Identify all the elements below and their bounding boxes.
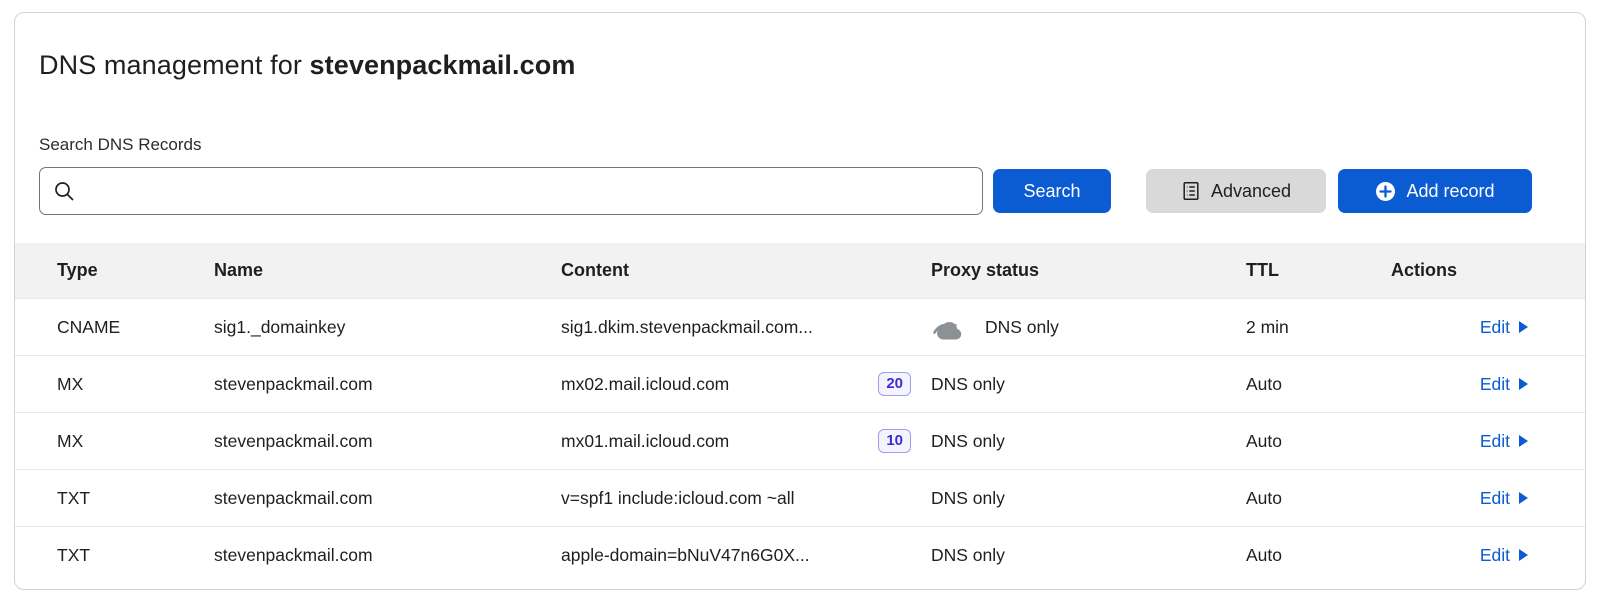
search-row: Search Advanced Add record (39, 167, 1561, 215)
table-header-row: Type Name Content Proxy status TTL Actio… (15, 243, 1585, 298)
search-box (39, 167, 983, 215)
record-ttl: Auto (1246, 374, 1391, 395)
proxy-status-text: DNS only (985, 317, 1059, 338)
proxy-status-text: DNS only (931, 431, 1005, 452)
page-title: DNS management for stevenpackmail.com (39, 49, 1561, 81)
search-input[interactable] (39, 167, 983, 215)
table-row: MX stevenpackmail.com mx02.mail.icloud.c… (15, 355, 1585, 412)
record-content-cell: sig1.dkim.stevenpackmail.com... (561, 317, 931, 338)
edit-link[interactable]: Edit (1480, 374, 1529, 395)
record-content-cell: apple-domain=bNuV47n6G0X... (561, 545, 931, 566)
record-type: MX (57, 374, 214, 395)
record-content: apple-domain=bNuV47n6G0X... (561, 545, 810, 566)
record-proxy-cell: DNS only (931, 545, 1246, 566)
priority-badge: 10 (878, 429, 911, 453)
record-content-cell: mx01.mail.icloud.com 10 (561, 429, 931, 453)
record-proxy-cell: DNS only (931, 488, 1246, 509)
record-proxy-cell: DNS only (931, 374, 1246, 395)
edit-link-label: Edit (1480, 431, 1510, 452)
column-header-content: Content (561, 260, 931, 281)
column-header-type: Type (57, 260, 214, 281)
edit-link[interactable]: Edit (1480, 431, 1529, 452)
page-title-prefix: DNS management for (39, 50, 310, 80)
record-content: mx02.mail.icloud.com (561, 374, 729, 395)
edit-link[interactable]: Edit (1480, 488, 1529, 509)
record-actions-cell: Edit (1391, 317, 1529, 338)
proxy-status-text: DNS only (931, 374, 1005, 395)
record-content-cell: mx02.mail.icloud.com 20 (561, 372, 931, 396)
table-body: CNAME sig1._domainkey sig1.dkim.stevenpa… (15, 298, 1585, 583)
page-title-domain: stevenpackmail.com (310, 50, 576, 80)
dns-records-table: Type Name Content Proxy status TTL Actio… (15, 243, 1585, 589)
dns-management-card: DNS management for stevenpackmail.com Se… (14, 12, 1586, 590)
edit-link-label: Edit (1480, 545, 1510, 566)
priority-badge: 20 (878, 372, 911, 396)
record-type: TXT (57, 545, 214, 566)
advanced-button[interactable]: Advanced (1146, 169, 1326, 213)
table-row: CNAME sig1._domainkey sig1.dkim.stevenpa… (15, 298, 1585, 355)
record-name: stevenpackmail.com (214, 488, 561, 509)
record-name: stevenpackmail.com (214, 431, 561, 452)
record-type: CNAME (57, 317, 214, 338)
record-proxy-cell: DNS only (931, 431, 1246, 452)
chevron-right-icon (1518, 491, 1529, 505)
record-content: v=spf1 include:icloud.com ~all (561, 488, 794, 509)
dns-only-cloud-icon (931, 314, 967, 341)
card-top-section: DNS management for stevenpackmail.com Se… (15, 13, 1585, 243)
plus-circle-icon (1375, 181, 1396, 202)
record-ttl: Auto (1246, 431, 1391, 452)
edit-link-label: Edit (1480, 374, 1510, 395)
record-ttl: Auto (1246, 545, 1391, 566)
chevron-right-icon (1518, 548, 1529, 562)
chevron-right-icon (1518, 377, 1529, 391)
proxy-status-text: DNS only (931, 545, 1005, 566)
table-row: TXT stevenpackmail.com v=spf1 include:ic… (15, 469, 1585, 526)
record-name: stevenpackmail.com (214, 374, 561, 395)
advanced-list-icon (1181, 181, 1201, 201)
edit-link-label: Edit (1480, 488, 1510, 509)
record-proxy-cell: DNS only (931, 314, 1246, 341)
record-actions-cell: Edit (1391, 488, 1529, 509)
column-header-actions: Actions (1391, 260, 1529, 281)
record-content: mx01.mail.icloud.com (561, 431, 729, 452)
search-button[interactable]: Search (993, 169, 1111, 213)
record-actions-cell: Edit (1391, 374, 1529, 395)
edit-link[interactable]: Edit (1480, 317, 1529, 338)
record-ttl: Auto (1246, 488, 1391, 509)
add-record-button[interactable]: Add record (1338, 169, 1532, 213)
record-content: sig1.dkim.stevenpackmail.com... (561, 317, 813, 338)
search-label: Search DNS Records (39, 135, 1561, 155)
proxy-status-text: DNS only (931, 488, 1005, 509)
table-row: TXT stevenpackmail.com apple-domain=bNuV… (15, 526, 1585, 583)
record-name: stevenpackmail.com (214, 545, 561, 566)
record-actions-cell: Edit (1391, 431, 1529, 452)
add-record-button-label: Add record (1406, 181, 1494, 202)
record-type: MX (57, 431, 214, 452)
edit-link[interactable]: Edit (1480, 545, 1529, 566)
record-content-cell: v=spf1 include:icloud.com ~all (561, 488, 931, 509)
record-actions-cell: Edit (1391, 545, 1529, 566)
record-ttl: 2 min (1246, 317, 1391, 338)
record-type: TXT (57, 488, 214, 509)
column-header-name: Name (214, 260, 561, 281)
column-header-ttl: TTL (1246, 260, 1391, 281)
chevron-right-icon (1518, 320, 1529, 334)
chevron-right-icon (1518, 434, 1529, 448)
record-name: sig1._domainkey (214, 317, 561, 338)
edit-link-label: Edit (1480, 317, 1510, 338)
advanced-button-label: Advanced (1211, 181, 1291, 202)
table-row: MX stevenpackmail.com mx01.mail.icloud.c… (15, 412, 1585, 469)
column-header-proxy-status: Proxy status (931, 260, 1246, 281)
